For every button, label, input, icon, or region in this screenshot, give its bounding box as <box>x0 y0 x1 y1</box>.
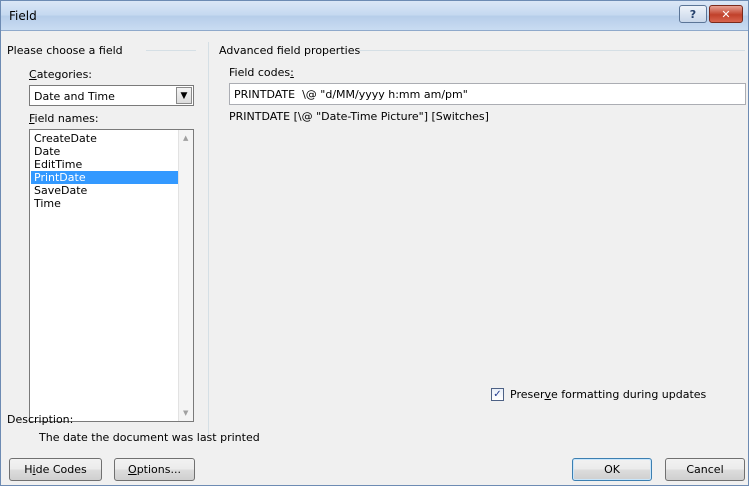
help-button[interactable]: ? <box>679 5 707 23</box>
chevron-down-icon[interactable]: ▼ <box>176 87 192 104</box>
scroll-down-arrow-icon[interactable]: ▼ <box>183 409 188 417</box>
field-codes-input[interactable]: PRINTDATE \@ "d/MM/yyyy h:mm am/pm" <box>229 83 746 105</box>
group-divider <box>146 50 196 51</box>
options-button[interactable]: Options... <box>114 458 195 481</box>
scroll-up-arrow-icon[interactable]: ▲ <box>183 134 188 142</box>
dialog-body: Please choose a field Categories: Date a… <box>1 32 748 485</box>
description-text: The date the document was last printed <box>39 431 260 444</box>
list-item[interactable]: Time <box>31 197 178 210</box>
ok-button[interactable]: OK <box>572 458 652 481</box>
field-codes-value: PRINTDATE \@ "d/MM/yyyy h:mm am/pm" <box>234 88 468 101</box>
description-label: Description: <box>7 413 74 426</box>
field-names-label: Field names: <box>29 112 99 125</box>
list-item[interactable]: SaveDate <box>31 184 178 197</box>
preserve-formatting-checkbox[interactable]: ✓ <box>491 388 504 401</box>
field-syntax-hint: PRINTDATE [\@ "Date-Time Picture"] [Swit… <box>229 110 489 123</box>
list-scrollbar[interactable]: ▲ ▼ <box>178 130 193 421</box>
categories-select[interactable]: Date and Time ▼ <box>29 85 194 106</box>
hide-codes-button[interactable]: Hide Codes <box>9 458 102 481</box>
categories-selected-value: Date and Time <box>34 90 115 103</box>
hide-codes-label: Hide Codes <box>24 463 87 476</box>
list-item[interactable]: CreateDate <box>31 132 178 145</box>
group-divider <box>359 50 745 51</box>
field-dialog: Field ? ✕ Please choose a field Categori… <box>0 0 749 486</box>
field-names-list[interactable]: CreateDate Date EditTime PrintDate SaveDate T… <box>29 129 194 422</box>
checkmark-icon: ✓ <box>493 389 502 400</box>
window-title: Field <box>9 9 37 23</box>
cancel-label: Cancel <box>686 463 724 476</box>
panel-divider <box>208 42 209 436</box>
preserve-formatting-label[interactable]: Preserve formatting during updates <box>510 388 706 401</box>
cancel-button[interactable]: Cancel <box>665 458 745 481</box>
categories-label-text: ategories: <box>36 68 93 81</box>
advanced-properties-group-title: Advanced field properties <box>219 44 361 57</box>
close-button[interactable]: ✕ <box>709 5 743 23</box>
ok-label: OK <box>604 463 620 476</box>
list-item[interactable]: EditTime <box>31 158 178 171</box>
list-item[interactable]: PrintDate <box>31 171 178 184</box>
title-bar[interactable]: Field ? ✕ <box>1 1 748 31</box>
close-icon: ✕ <box>721 7 731 21</box>
options-label: Options... <box>128 463 181 476</box>
list-item[interactable]: Date <box>31 145 178 158</box>
field-codes-label: Field codes: <box>229 66 294 79</box>
choose-field-group-title: Please choose a field <box>7 44 123 57</box>
categories-label: Categories: <box>29 68 93 81</box>
help-icon: ? <box>689 7 697 21</box>
